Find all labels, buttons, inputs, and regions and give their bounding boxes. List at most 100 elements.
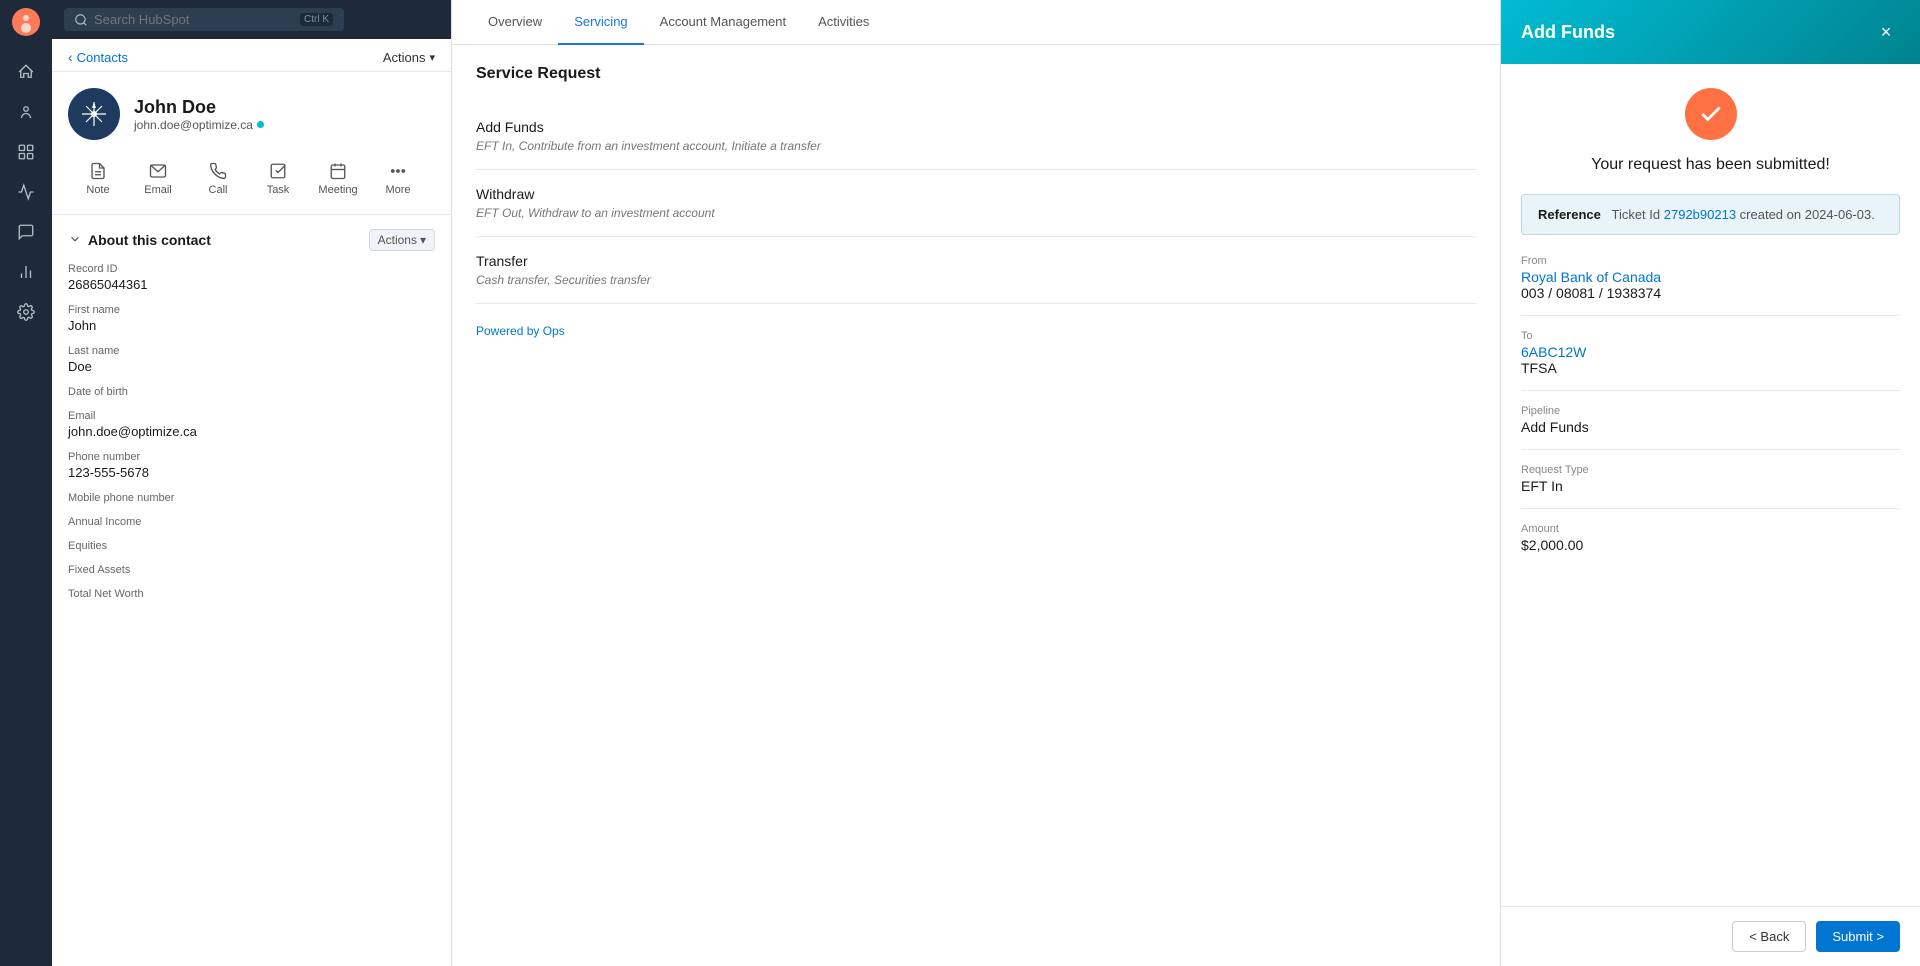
- contact-sidebar: Ctrl K ‹ Contacts Actions ▾: [52, 0, 452, 966]
- field-equities: Equities: [68, 540, 435, 552]
- search-box[interactable]: Ctrl K: [64, 8, 344, 31]
- field-total-net-worth: Total Net Worth: [68, 588, 435, 600]
- panel-body: Your request has been submitted! Referen…: [1501, 64, 1920, 906]
- service-item-withdraw[interactable]: Withdraw EFT Out, Withdraw to an investm…: [476, 170, 1476, 237]
- checkmark-icon: [1698, 101, 1724, 127]
- email-label: Email: [144, 184, 172, 196]
- to-type: TFSA: [1521, 360, 1900, 376]
- from-label: From: [1521, 255, 1900, 267]
- withdraw-name: Withdraw: [476, 186, 1476, 202]
- nav-home-icon[interactable]: [10, 56, 42, 88]
- note-action[interactable]: Note: [68, 156, 128, 202]
- pipeline-row: Pipeline Add Funds: [1521, 405, 1900, 435]
- tab-activities[interactable]: Activities: [802, 0, 885, 45]
- back-to-contacts-link[interactable]: ‹ Contacts: [68, 49, 128, 65]
- call-action[interactable]: Call: [188, 156, 248, 202]
- amount-value: $2,000.00: [1521, 537, 1900, 553]
- transfer-name: Transfer: [476, 253, 1476, 269]
- field-dob: Date of birth: [68, 386, 435, 398]
- action-icons-row: Note Email Call Task Meeting More: [52, 156, 451, 215]
- from-account: 003 / 08081 / 1938374: [1521, 285, 1900, 301]
- request-type-value: EFT In: [1521, 478, 1900, 494]
- field-first-name: First name John: [68, 304, 435, 333]
- tab-account-management[interactable]: Account Management: [644, 0, 802, 45]
- contact-name: John Doe: [134, 97, 264, 118]
- field-record-id: Record ID 26865044361: [68, 263, 435, 292]
- panel-header: Add Funds ×: [1501, 0, 1920, 64]
- panel-footer: < Back Submit >: [1501, 906, 1920, 966]
- nav-marketing-icon[interactable]: [10, 176, 42, 208]
- tab-servicing[interactable]: Servicing: [558, 0, 643, 45]
- field-last-name: Last name Doe: [68, 345, 435, 374]
- actions-button[interactable]: Actions ▾: [383, 50, 435, 65]
- submit-button[interactable]: Submit >: [1816, 921, 1900, 952]
- email-action[interactable]: Email: [128, 156, 188, 202]
- nav-contacts-icon[interactable]: [10, 96, 42, 128]
- content-area: Overview Servicing Account Management Ac…: [452, 0, 1500, 966]
- content-body: Service Request Add Funds EFT In, Contri…: [452, 45, 1500, 966]
- to-label: To: [1521, 330, 1900, 342]
- contact-email: john.doe@optimize.ca: [134, 118, 264, 132]
- about-actions-button[interactable]: Actions ▾: [369, 229, 435, 251]
- hubspot-logo: [12, 8, 40, 36]
- panel-close-button[interactable]: ×: [1872, 18, 1900, 46]
- search-bar-area: Ctrl K: [52, 0, 451, 39]
- from-name[interactable]: Royal Bank of Canada: [1521, 269, 1900, 285]
- about-header: About this contact Actions ▾: [68, 229, 435, 251]
- from-row: From Royal Bank of Canada 003 / 08081 / …: [1521, 255, 1900, 301]
- nav-deals-icon[interactable]: [10, 136, 42, 168]
- collapse-icon[interactable]: [68, 232, 82, 249]
- note-label: Note: [86, 184, 109, 196]
- panel-title: Add Funds: [1521, 22, 1615, 43]
- sidebar-header: ‹ Contacts Actions ▾: [52, 39, 451, 72]
- nav-reports-icon[interactable]: [10, 256, 42, 288]
- divider-2: [1521, 390, 1900, 391]
- search-shortcut: Ctrl K: [300, 13, 333, 26]
- left-navigation: [0, 0, 52, 966]
- pipeline-label: Pipeline: [1521, 405, 1900, 417]
- field-email: Email john.doe@optimize.ca: [68, 410, 435, 439]
- add-funds-panel: Add Funds × Your request has been submit…: [1500, 0, 1920, 966]
- contact-info-block: John Doe john.doe@optimize.ca: [52, 72, 451, 156]
- more-action[interactable]: More: [368, 156, 428, 202]
- request-type-label: Request Type: [1521, 464, 1900, 476]
- call-label: Call: [209, 184, 228, 196]
- contact-name-block: John Doe john.doe@optimize.ca: [134, 97, 264, 132]
- service-item-transfer[interactable]: Transfer Cash transfer, Securities trans…: [476, 237, 1476, 304]
- divider-1: [1521, 315, 1900, 316]
- success-message: Your request has been submitted!: [1521, 156, 1900, 174]
- transfer-desc: Cash transfer, Securities transfer: [476, 273, 1476, 287]
- service-item-add-funds[interactable]: Add Funds EFT In, Contribute from an inv…: [476, 103, 1476, 170]
- request-type-row: Request Type EFT In: [1521, 464, 1900, 494]
- back-button[interactable]: < Back: [1732, 921, 1806, 952]
- meeting-action[interactable]: Meeting: [308, 156, 368, 202]
- about-section: About this contact Actions ▾ Record ID 2…: [52, 215, 451, 626]
- add-funds-name: Add Funds: [476, 119, 1476, 135]
- reference-date: created on 2024-06-03.: [1736, 207, 1875, 222]
- nav-settings-icon[interactable]: [10, 296, 42, 328]
- powered-by: Powered by Ops: [476, 324, 1476, 338]
- pipeline-value: Add Funds: [1521, 419, 1900, 435]
- task-action[interactable]: Task: [248, 156, 308, 202]
- powered-by-link[interactable]: Ops: [543, 324, 565, 338]
- nav-service-icon[interactable]: [10, 216, 42, 248]
- reference-ticket-link[interactable]: 2792b90213: [1664, 207, 1736, 222]
- about-actions-chevron: ▾: [420, 233, 426, 247]
- main-area: Ctrl K ‹ Contacts Actions ▾: [52, 0, 1920, 966]
- tab-overview[interactable]: Overview: [472, 0, 558, 45]
- service-request-title: Service Request: [476, 65, 1476, 83]
- actions-chevron-icon: ▾: [429, 51, 435, 64]
- field-phone: Phone number 123-555-5678: [68, 451, 435, 480]
- search-input[interactable]: [94, 12, 294, 27]
- amount-row: Amount $2,000.00: [1521, 523, 1900, 553]
- reference-box: Reference Ticket Id 2792b90213 created o…: [1521, 194, 1900, 235]
- amount-label: Amount: [1521, 523, 1900, 535]
- to-account[interactable]: 6ABC12W: [1521, 344, 1900, 360]
- back-link-label: Contacts: [77, 50, 128, 65]
- reference-ticket-text: Ticket Id: [1611, 207, 1663, 222]
- more-label: More: [385, 184, 410, 196]
- field-fixed-assets: Fixed Assets: [68, 564, 435, 576]
- about-header-left: About this contact: [68, 232, 211, 249]
- to-row: To 6ABC12W TFSA: [1521, 330, 1900, 376]
- meeting-label: Meeting: [318, 184, 357, 196]
